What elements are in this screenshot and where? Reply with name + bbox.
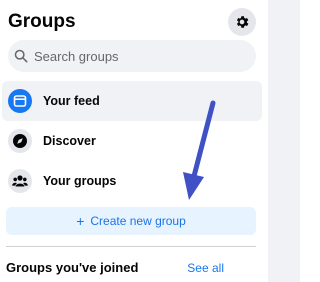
settings-button[interactable] <box>228 8 256 36</box>
feed-icon <box>8 89 32 113</box>
people-icon <box>8 169 32 193</box>
search-box[interactable] <box>8 40 256 72</box>
page-title: Groups <box>8 11 76 32</box>
plus-icon: + <box>76 213 85 229</box>
nav-item-your-groups[interactable]: Your groups <box>2 161 262 201</box>
see-all-link[interactable]: See all <box>187 261 224 275</box>
nav-item-label: Your feed <box>43 94 100 108</box>
nav-item-label: Discover <box>43 134 96 148</box>
gear-icon <box>236 16 249 28</box>
compass-icon <box>8 129 32 153</box>
divider <box>6 246 256 247</box>
create-new-group-label: Create new group <box>90 214 186 228</box>
search-input[interactable] <box>34 48 234 64</box>
create-new-group-button[interactable]: + Create new group <box>6 207 256 235</box>
nav-item-your-feed[interactable]: Your feed <box>2 81 262 121</box>
joined-groups-heading: Groups you've joined <box>6 260 139 275</box>
search-icon <box>14 49 28 63</box>
groups-sidebar: Groups Your feed Di <box>0 0 268 282</box>
main-content-background <box>268 0 300 282</box>
nav-item-discover[interactable]: Discover <box>2 121 262 161</box>
nav-item-label: Your groups <box>43 174 117 188</box>
